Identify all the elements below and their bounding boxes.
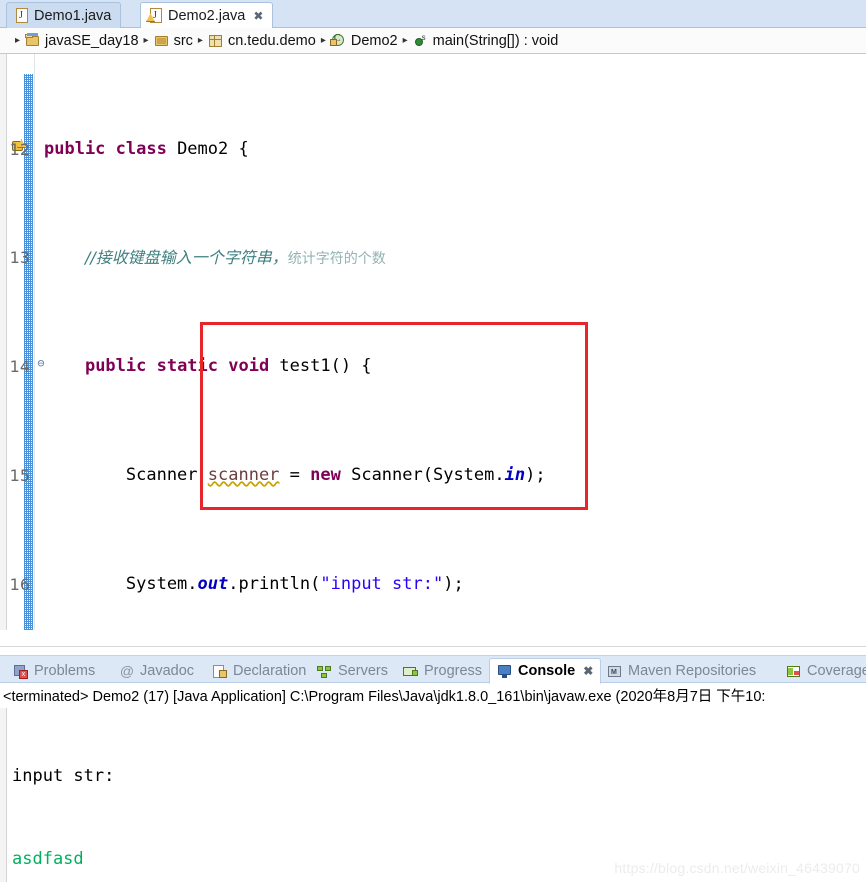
line-number: 16 (9, 574, 30, 594)
code-line: 16 System.out.println("input str:"); (0, 571, 866, 598)
java-file-icon: J (15, 8, 29, 23)
tab-coverage[interactable]: Coverage (779, 658, 866, 684)
panel-tab-label: Servers (338, 663, 388, 679)
close-icon[interactable]: ✖ (583, 665, 593, 677)
javadoc-icon: @ (119, 663, 135, 679)
method-icon: s (413, 33, 429, 48)
breadcrumb-separator: ▸ (402, 35, 408, 46)
declaration-icon (212, 664, 228, 679)
editor-tab-demo2[interactable]: J Demo2.java ✖ (140, 2, 274, 29)
code-line: 13 //接收键盘输入一个字符串，统计字符的个数 (0, 244, 866, 271)
console-icon (497, 664, 513, 679)
problems-icon: x (13, 664, 29, 679)
project-icon (25, 33, 41, 48)
eclipse-ide-window: J Demo1.java J Demo2.java ✖ ▸ javaSE_day… (0, 0, 866, 882)
line-number: 12 (9, 139, 30, 159)
panel-tab-label: Coverage (807, 663, 866, 679)
breadcrumb-separator: ▸ (320, 35, 326, 46)
panel-tab-label: Declaration (233, 663, 307, 679)
maven-icon: M (607, 664, 623, 679)
tab-servers[interactable]: Servers (310, 658, 395, 684)
line-source: //接收键盘输入一个字符串，统计字符的个数 (44, 244, 386, 273)
line-number: 14 (9, 357, 30, 377)
console-output[interactable]: input str: asdfasd a=2 s=2 d=2 f=1 (0, 708, 866, 882)
editor-tab-label: Demo2.java (168, 7, 246, 24)
breadcrumb-item-class[interactable]: C Demo2 (329, 32, 398, 49)
panel-tab-label: Console (518, 663, 576, 679)
editor-tab-demo1[interactable]: J Demo1.java (6, 2, 122, 28)
tab-console[interactable]: Console ✖ (489, 658, 602, 684)
console-process-header: <terminated> Demo2 (17) [Java Applicatio… (3, 688, 766, 705)
line-number: 15 (9, 466, 30, 485)
watermark: https://blog.csdn.net/weixin_46439070 (614, 860, 860, 876)
line-source: public static void test1() { (84, 356, 372, 377)
coverage-icon (786, 664, 802, 679)
tab-javadoc[interactable]: @ Javadoc (112, 658, 201, 684)
line-number: 13 (9, 248, 30, 268)
tab-problems[interactable]: x Problems (6, 658, 102, 684)
progress-icon (403, 664, 419, 679)
comment-cn-main: //接收键盘输入一个字符串， (84, 248, 288, 268)
panel-tab-label: Problems (34, 663, 96, 679)
panel-splitter[interactable] (0, 630, 866, 655)
package-icon (208, 33, 224, 48)
code-line: 12 public class Demo2 { (0, 136, 866, 163)
breadcrumb-separator: ▸ (15, 35, 21, 46)
class-icon: C (329, 33, 347, 48)
breadcrumb-item-src[interactable]: src (154, 33, 193, 49)
comment-cn-tail: 统计字符的个数 (287, 251, 386, 268)
line-source: Scanner scanner = new Scanner(System.in)… (44, 465, 546, 485)
breadcrumb: ▸ javaSE_day18 ▸ src ▸ cn.tedu.demo ▸ C (0, 28, 866, 54)
breadcrumb-label: src (173, 32, 193, 49)
code-text[interactable]: 12 public class Demo2 { 13 //接收键盘输入一个字符串，… (0, 54, 866, 630)
breadcrumb-label: javaSE_day18 (45, 32, 139, 49)
panel-tab-bar: x Problems @ Javadoc Declaration Servers… (0, 655, 866, 684)
code-line: 14 ⊖ public static void test1() { (0, 353, 866, 380)
line-source: System.out.println("input str:"); (44, 573, 464, 594)
source-folder-icon (154, 33, 170, 48)
line-source: public class Demo2 { (44, 138, 249, 159)
tab-progress[interactable]: Progress (396, 658, 489, 684)
breadcrumb-separator: ▸ (197, 35, 203, 46)
code-editor[interactable]: 12 public class Demo2 { 13 //接收键盘输入一个字符串，… (0, 54, 866, 630)
console-line: input str: (12, 766, 115, 786)
console-output-text: input str: asdfasd a=2 s=2 d=2 f=1 (12, 708, 862, 882)
servers-icon (317, 664, 333, 679)
editor-tab-label: Demo1.java (34, 7, 112, 24)
breadcrumb-item-project[interactable]: javaSE_day18 (25, 33, 139, 49)
panel-tab-label: Javadoc (140, 663, 195, 679)
code-line: 15 Scanner scanner = new Scanner(System.… (0, 462, 866, 489)
close-icon[interactable]: ✖ (253, 10, 263, 22)
breadcrumb-label: main(String[]) : void (432, 32, 559, 49)
bottom-panel: x Problems @ Javadoc Declaration Servers… (0, 630, 866, 882)
tab-declaration[interactable]: Declaration (205, 658, 313, 684)
breadcrumb-label: cn.tedu.demo (227, 32, 316, 49)
panel-divider (0, 646, 866, 647)
breadcrumb-label: Demo2 (350, 32, 398, 49)
panel-tab-label: Maven Repositories (628, 663, 757, 679)
panel-tab-label: Progress (424, 663, 483, 679)
java-file-warning-icon: J (146, 8, 163, 23)
tab-maven-repositories[interactable]: M Maven Repositories (600, 658, 763, 684)
breadcrumb-separator: ▸ (143, 35, 149, 46)
editor-tab-bar: J Demo1.java J Demo2.java ✖ (0, 0, 866, 29)
breadcrumb-item-method[interactable]: s main(String[]) : void (413, 32, 559, 49)
console-gutter (0, 708, 7, 882)
breadcrumb-item-package[interactable]: cn.tedu.demo (208, 33, 316, 49)
